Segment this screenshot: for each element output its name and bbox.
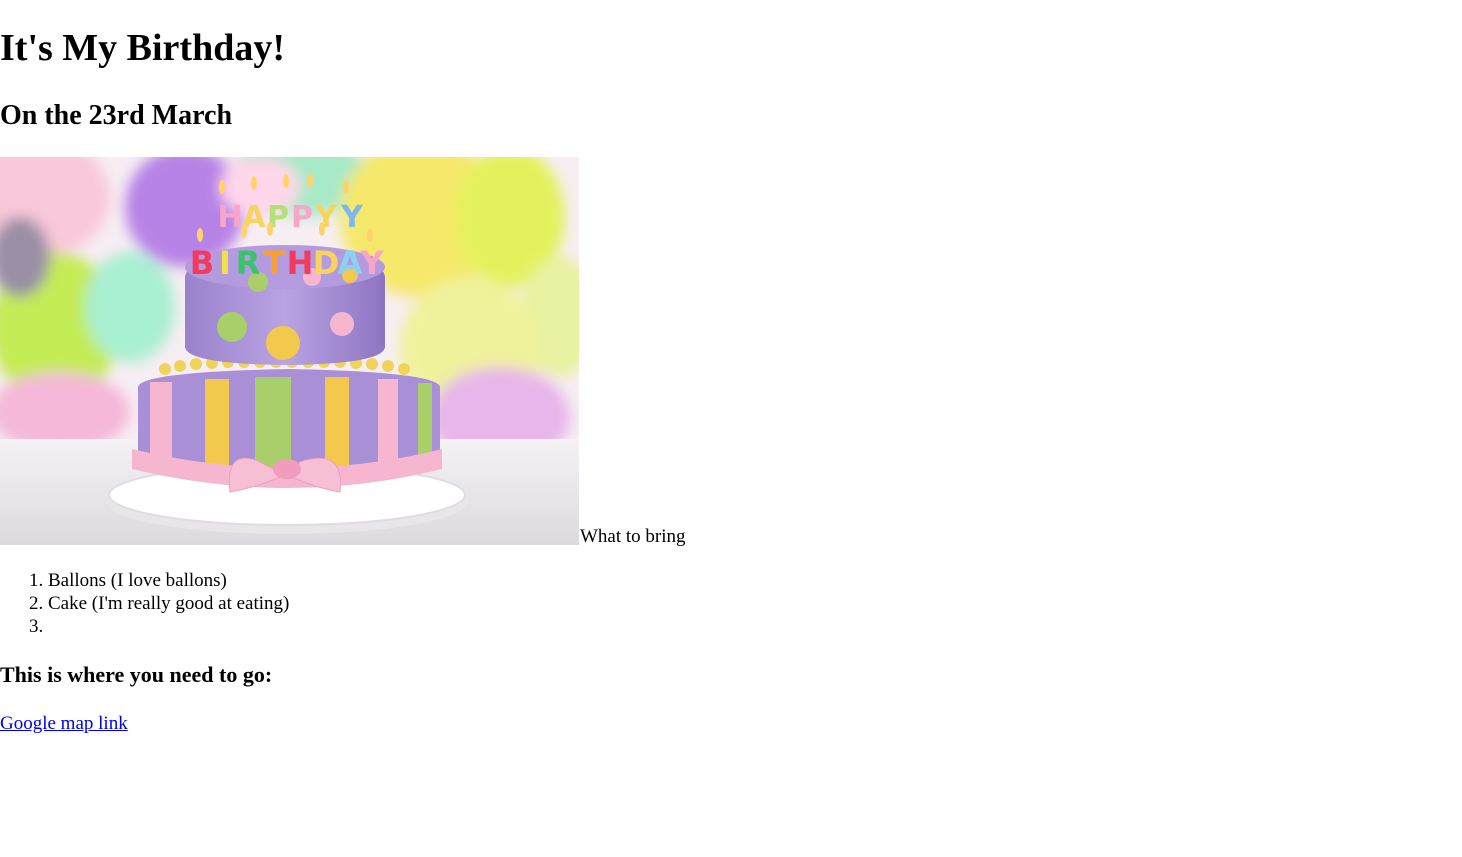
svg-text:D: D: [313, 244, 340, 282]
svg-text:Y: Y: [314, 200, 338, 235]
list-item: Cake (I'm really good at eating): [48, 592, 289, 615]
birthday-cake-image: H A P P Y Y B I R T H D A Y: [0, 157, 579, 545]
svg-text:R: R: [236, 244, 261, 282]
svg-text:T: T: [263, 244, 285, 282]
svg-text:B: B: [190, 244, 214, 282]
list-item: Ballons (I love ballons): [48, 569, 289, 592]
svg-text:H: H: [287, 244, 314, 282]
list-item: [48, 615, 289, 638]
svg-text:H: H: [217, 200, 242, 235]
bring-list: Ballons (I love ballons) Cake (I'm reall…: [0, 569, 289, 638]
page-subtitle: On the 23rd March: [0, 100, 233, 131]
svg-text:Y: Y: [340, 200, 364, 235]
what-to-bring-label: What to bring: [580, 526, 686, 547]
svg-text:P: P: [291, 200, 313, 235]
cake-row: H A P P Y Y B I R T H D A Y What to brin…: [0, 157, 686, 547]
svg-text:A: A: [338, 244, 363, 282]
page: It's My Birthday! On the 23rd March H A …: [0, 0, 1462, 857]
location-heading: This is where you need to go:: [0, 662, 273, 687]
google-map-link[interactable]: Google map link: [0, 712, 128, 736]
svg-text:I: I: [219, 244, 231, 282]
svg-text:Y: Y: [359, 244, 384, 282]
page-title: It's My Birthday!: [0, 27, 285, 69]
